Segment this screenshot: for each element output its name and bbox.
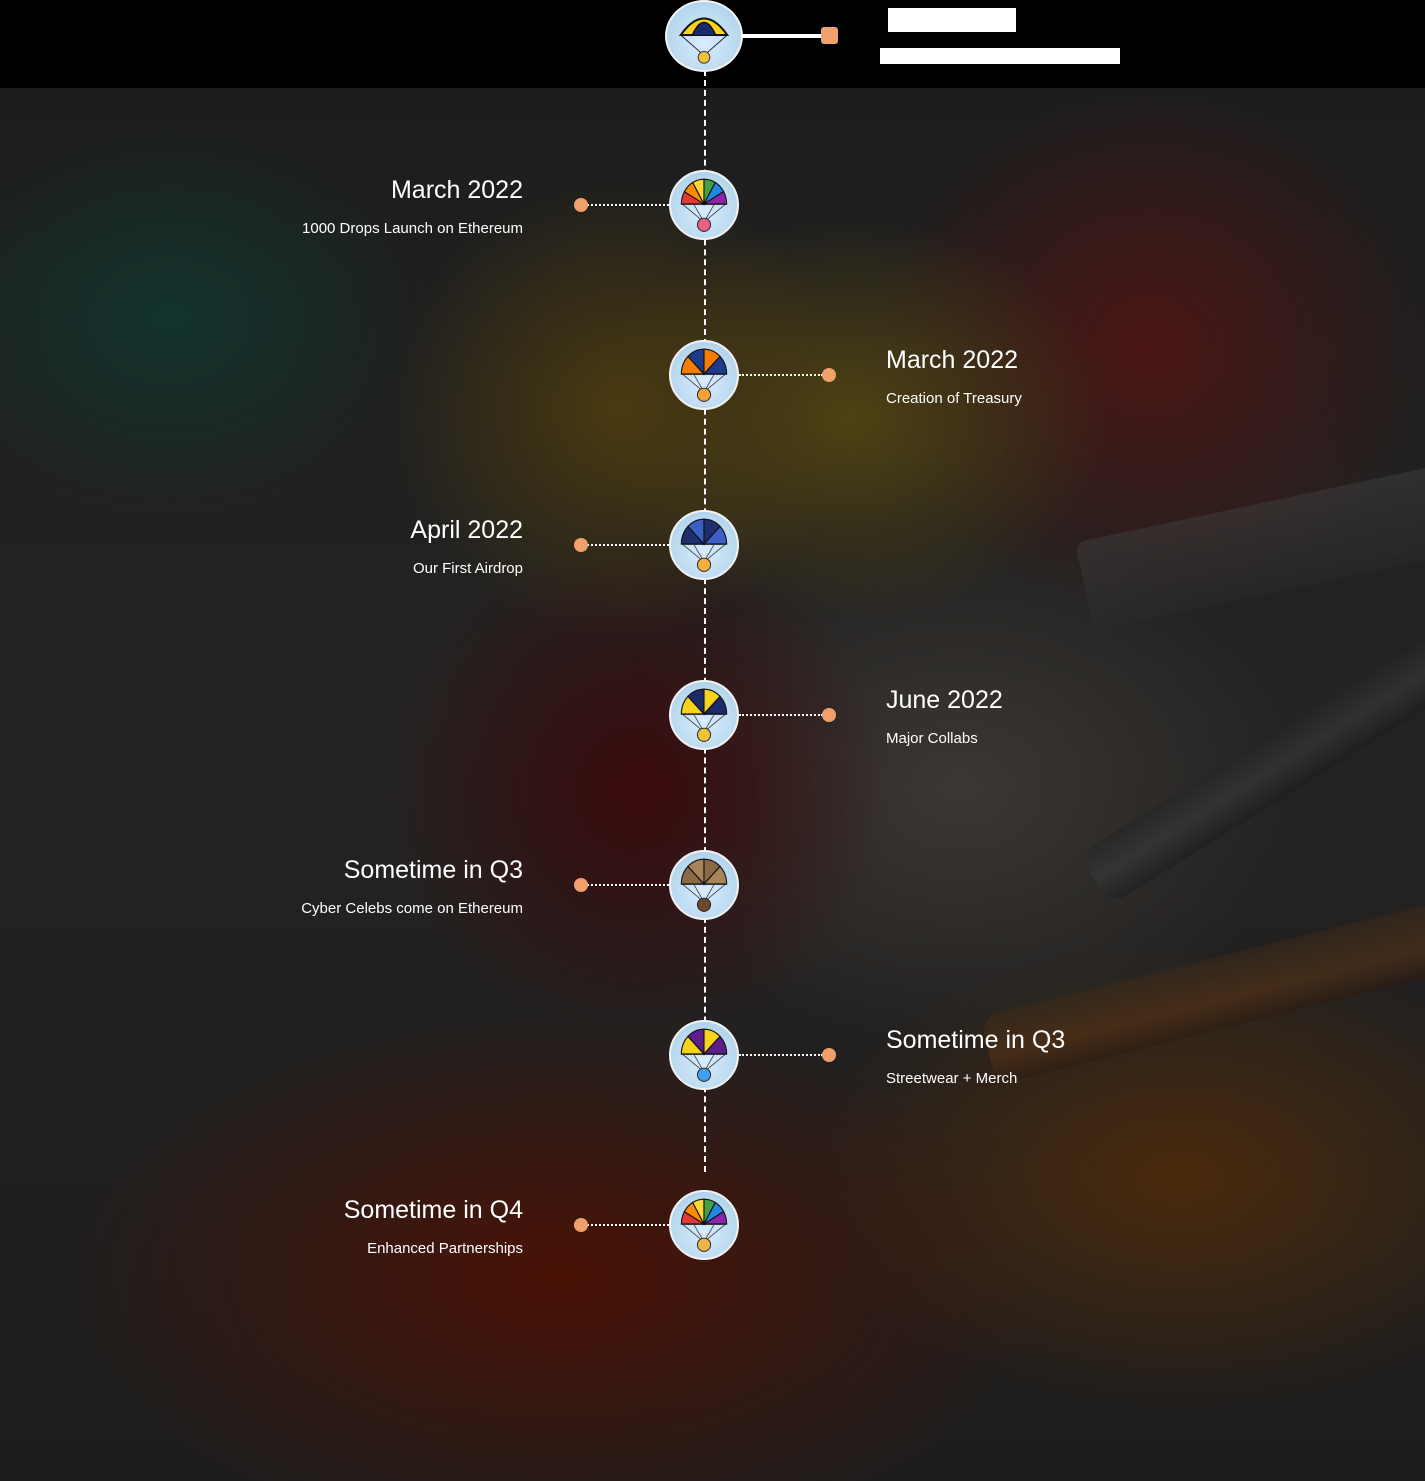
parachute-burlap-icon <box>669 850 739 920</box>
timeline-entry: April 2022 Our First Airdrop <box>203 515 523 579</box>
timeline-connector <box>587 884 669 886</box>
timeline-connector <box>587 204 669 206</box>
timeline-dot <box>574 1218 588 1232</box>
timeline-date: March 2022 <box>390 176 523 204</box>
timeline-entry: March 2022 Creation of Treasury <box>886 345 1206 409</box>
header-title-block <box>888 8 1016 32</box>
timeline-entry: Sometime in Q4 Enhanced Partnerships <box>203 1195 523 1259</box>
timeline-description: Streetwear + Merch <box>886 1070 1018 1087</box>
timeline-date: Sometime in Q4 <box>343 1196 523 1224</box>
timeline-entry: Sometime in Q3 Cyber Celebs come on Ether… <box>203 855 523 919</box>
timeline-description: 1000 Drops Launch on Ethereum <box>302 220 523 237</box>
header-connector <box>742 34 822 38</box>
parachute-yellow-navy-icon <box>669 680 739 750</box>
timeline-dot <box>574 538 588 552</box>
timeline-description: Cyber Celebs come on Ethereum <box>301 900 523 917</box>
timeline-description: Major Collabs <box>886 730 978 747</box>
timeline-entry: Sometime in Q3 Streetwear + Merch <box>886 1025 1206 1089</box>
timeline-connector <box>739 714 823 716</box>
parachute-rainbow-icon <box>669 1190 739 1260</box>
parachute-navy-icon <box>669 510 739 580</box>
timeline-entry: June 2022 Major Collabs <box>886 685 1206 749</box>
timeline-description: Creation of Treasury <box>886 390 1022 407</box>
timeline-date: April 2022 <box>410 516 523 544</box>
timeline-date: March 2022 <box>886 346 1019 374</box>
header-subtitle-block <box>880 48 1120 64</box>
background-book-shape <box>1075 455 1425 631</box>
timeline-dot <box>822 708 836 722</box>
timeline-dot <box>574 878 588 892</box>
timeline-date: Sometime in Q3 <box>343 856 523 884</box>
timeline-dot <box>574 198 588 212</box>
timeline-date: June 2022 <box>886 686 1003 714</box>
background-image <box>0 88 1425 1481</box>
timeline-connector <box>739 1054 823 1056</box>
timeline-description: Our First Airdrop <box>412 560 523 577</box>
parachute-rainbow-icon <box>669 170 739 240</box>
timeline-connector <box>587 544 669 546</box>
timeline-dot <box>822 1048 836 1062</box>
timeline-connector <box>587 1224 669 1226</box>
timeline-dot <box>822 368 836 382</box>
timeline-date: Sometime in Q3 <box>886 1026 1066 1054</box>
timeline-connector <box>739 374 823 376</box>
timeline-description: Enhanced Partnerships <box>367 1240 523 1257</box>
parachute-yellow-purple-icon <box>669 1020 739 1090</box>
header-dot <box>821 27 838 44</box>
timeline-entry: March 2022 1000 Drops Launch on Ethereum <box>203 175 523 239</box>
background-brush-handle-shape <box>1079 610 1425 906</box>
parachute-orange-blue-icon <box>669 340 739 410</box>
header-parachute-icon <box>665 0 743 72</box>
